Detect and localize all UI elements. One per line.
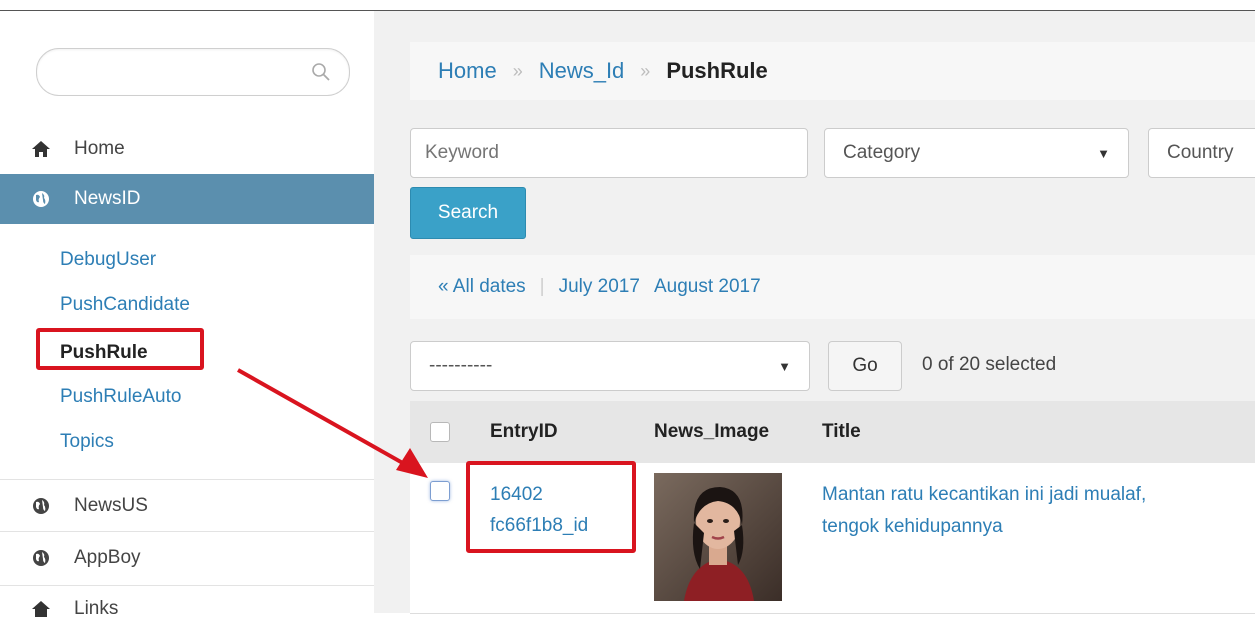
news-thumbnail bbox=[654, 473, 782, 601]
sidebar-subitem-pushcandidate[interactable]: PushCandidate bbox=[60, 294, 190, 316]
search-icon[interactable] bbox=[311, 62, 331, 82]
keyword-input[interactable] bbox=[410, 128, 808, 178]
sidebar-item-label: NewsUS bbox=[74, 495, 148, 516]
date-hierarchy: « All dates | July 2017 August 2017 bbox=[410, 255, 1255, 319]
sidebar-search-input[interactable] bbox=[55, 58, 309, 88]
sidebar-subitem-debuguser[interactable]: DebugUser bbox=[60, 249, 156, 271]
home-icon bbox=[30, 138, 52, 160]
column-header-entryid[interactable]: EntryID bbox=[490, 421, 558, 443]
action-select-value: ---------- bbox=[429, 355, 493, 376]
sidebar-item-home[interactable]: Home bbox=[0, 131, 374, 167]
news-title-line[interactable]: tengok kehidupannya bbox=[822, 511, 1232, 543]
date-link-july-2017[interactable]: July 2017 bbox=[559, 276, 640, 298]
go-button[interactable]: Go bbox=[828, 341, 902, 391]
country-select[interactable]: Country bbox=[1148, 128, 1255, 178]
row-checkbox[interactable] bbox=[430, 481, 450, 501]
date-link-august-2017[interactable]: August 2017 bbox=[654, 276, 761, 298]
country-select-value: Country bbox=[1167, 142, 1234, 163]
news-title-line[interactable]: Mantan ratu kecantikan ini jadi mualaf, bbox=[822, 479, 1232, 511]
sidebar-subitem-topics[interactable]: Topics bbox=[60, 431, 114, 453]
column-header-news-image[interactable]: News_Image bbox=[654, 421, 769, 443]
sidebar: Home NewsID DebugUser PushCandidate Push… bbox=[0, 11, 394, 619]
sidebar-item-label: Home bbox=[74, 138, 125, 159]
sidebar-search[interactable] bbox=[36, 48, 350, 96]
sidebar-item-label: Links bbox=[74, 598, 119, 619]
column-header-title[interactable]: Title bbox=[822, 421, 861, 443]
sidebar-item-newsid[interactable]: NewsID bbox=[0, 174, 394, 224]
sidebar-item-label: NewsID bbox=[74, 188, 141, 209]
date-separator: | bbox=[539, 276, 545, 297]
main-content: Home » News_Id » PushRule Category ▼ Cou… bbox=[374, 11, 1255, 614]
breadcrumb-separator: » bbox=[640, 60, 651, 81]
globe-icon bbox=[30, 547, 52, 569]
sidebar-item-links[interactable]: Links bbox=[0, 589, 374, 629]
links-icon bbox=[30, 598, 52, 620]
breadcrumb-separator: » bbox=[512, 60, 523, 81]
action-select[interactable]: ---------- ▼ bbox=[410, 341, 810, 391]
highlight-box-entryid bbox=[466, 461, 636, 553]
select-all-checkbox[interactable] bbox=[430, 422, 450, 442]
sidebar-item-appboy[interactable]: AppBoy bbox=[0, 535, 374, 581]
news-title-link[interactable]: Mantan ratu kecantikan ini jadi mualaf, … bbox=[822, 479, 1232, 543]
highlight-box-pushrule bbox=[36, 328, 204, 370]
all-dates-link[interactable]: « All dates bbox=[438, 276, 526, 298]
sidebar-subitem-pushruleauto[interactable]: PushRuleAuto bbox=[60, 386, 181, 408]
selection-counter: 0 of 20 selected bbox=[922, 354, 1057, 375]
chevron-down-icon: ▼ bbox=[778, 358, 791, 374]
sidebar-divider bbox=[0, 531, 374, 532]
search-button[interactable]: Search bbox=[410, 187, 526, 239]
globe-icon bbox=[30, 188, 52, 210]
globe-icon bbox=[30, 495, 52, 517]
sidebar-divider bbox=[0, 585, 374, 586]
category-select[interactable]: Category ▼ bbox=[824, 128, 1129, 178]
breadcrumb-current: PushRule bbox=[666, 58, 768, 83]
breadcrumb: Home » News_Id » PushRule bbox=[410, 42, 1255, 100]
table-header: EntryID News_Image Title bbox=[410, 401, 1255, 463]
breadcrumb-news-id[interactable]: News_Id bbox=[539, 58, 625, 84]
chevron-down-icon: ▼ bbox=[1097, 145, 1110, 161]
sidebar-item-newsus[interactable]: NewsUS bbox=[0, 483, 374, 529]
table-row: 16402 fc66f1b8_id Mantan ratu kecantikan… bbox=[410, 461, 1255, 614]
category-select-value: Category bbox=[843, 142, 921, 163]
sidebar-divider bbox=[0, 479, 374, 480]
top-border bbox=[0, 0, 1255, 11]
sidebar-item-label: AppBoy bbox=[74, 547, 141, 568]
breadcrumb-home[interactable]: Home bbox=[438, 58, 497, 84]
